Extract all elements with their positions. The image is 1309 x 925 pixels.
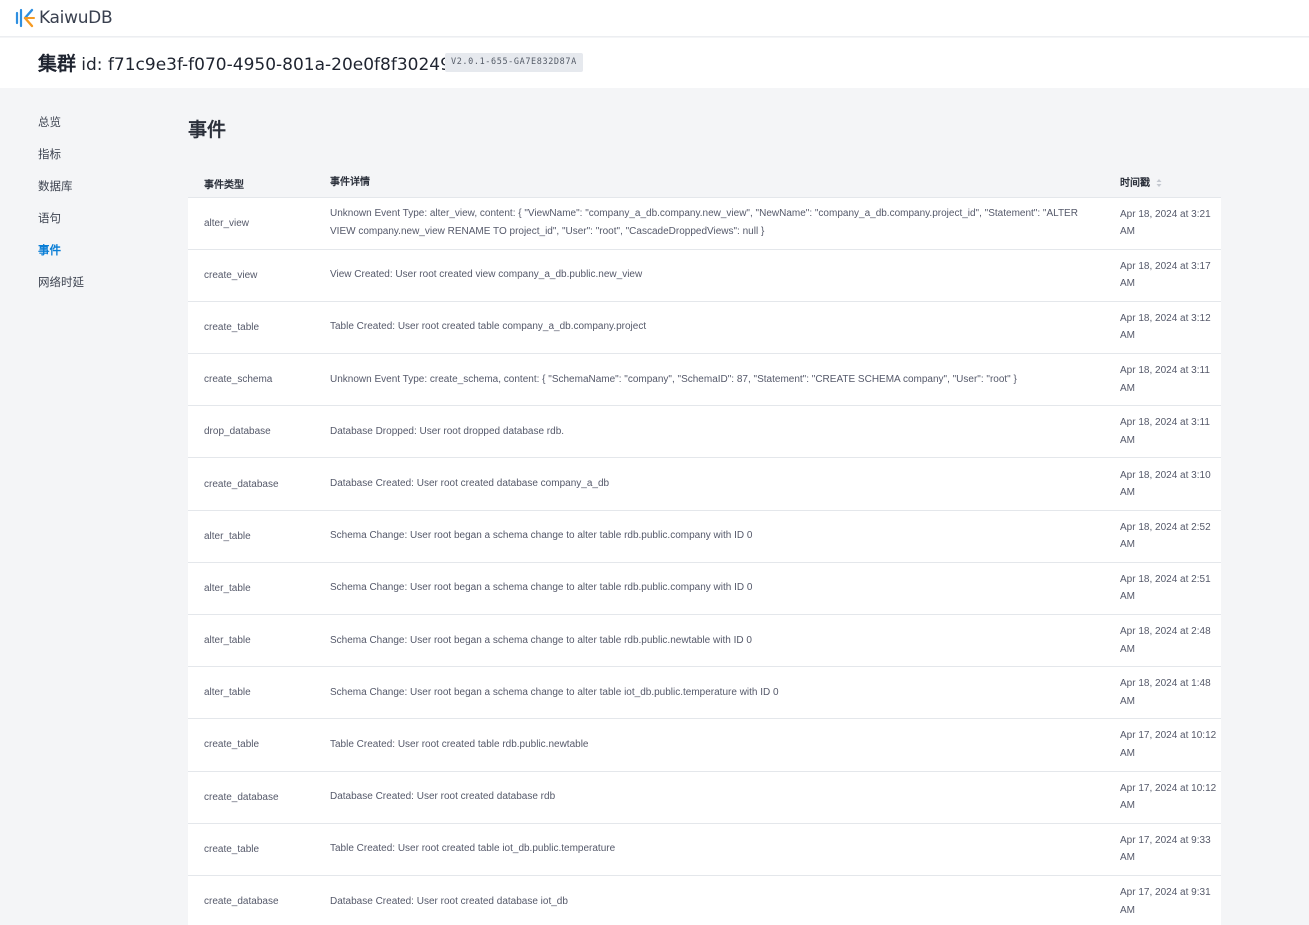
- event-detail-cell: Table Created: User root created table c…: [314, 301, 1104, 355]
- sidebar-item-events[interactable]: 事件: [38, 240, 158, 272]
- event-detail-cell: Database Created: User root created data…: [314, 771, 1104, 824]
- table-row[interactable]: drop_database Database Dropped: User root…: [188, 405, 1221, 459]
- table-row[interactable]: create_database Database Created: User ro…: [188, 875, 1221, 925]
- event-timestamp-cell: Apr 17, 2024 at 9:33 AM: [1104, 823, 1221, 876]
- event-type-cell: alter_table: [188, 666, 314, 720]
- table-row[interactable]: create_database Database Created: User ro…: [188, 771, 1221, 824]
- sidebar-item-network-latency[interactable]: 网络时延: [38, 272, 158, 304]
- sort-icon[interactable]: [1156, 178, 1162, 188]
- brand-name: KaiwuDB: [39, 8, 113, 28]
- event-detail-cell: Unknown Event Type: create_schema, conte…: [314, 353, 1104, 407]
- event-detail-cell: Database Dropped: User root dropped data…: [314, 405, 1104, 459]
- event-type-cell: create_database: [188, 875, 314, 925]
- event-detail-cell: Table Created: User root created table r…: [314, 718, 1104, 772]
- top-bar: KaiwuDB: [0, 0, 1309, 37]
- event-detail-cell: Table Created: User root created table i…: [314, 823, 1104, 876]
- main-content: 事件 事件类型 事件详情 时间戳 alter_view Unknown Event…: [188, 112, 1221, 925]
- event-type-cell: alter_table: [188, 614, 314, 668]
- table-row[interactable]: create_database Database Created: User ro…: [188, 457, 1221, 511]
- brand-logo[interactable]: KaiwuDB: [14, 6, 113, 30]
- event-detail-cell: View Created: User root created view com…: [314, 249, 1104, 302]
- event-type-cell: alter_view: [188, 197, 314, 250]
- sidebar-item-statements[interactable]: 语句: [38, 208, 158, 240]
- kaiwudb-logo-icon: [15, 8, 35, 28]
- cluster-title: 集群 id: f71c9e3f-f070-4950-801a-20e0f8f30…: [38, 49, 451, 76]
- table-row[interactable]: create_table Table Created: User root cre…: [188, 823, 1221, 876]
- table-row[interactable]: alter_table Schema Change: User root bega…: [188, 666, 1221, 720]
- event-detail-cell: Schema Change: User root began a schema …: [314, 510, 1104, 563]
- event-type-cell: create_view: [188, 249, 314, 302]
- table-row[interactable]: create_table Table Created: User root cre…: [188, 301, 1221, 355]
- event-type-cell: create_database: [188, 457, 314, 511]
- events-table-body: alter_view Unknown Event Type: alter_view…: [188, 197, 1221, 925]
- event-type-cell: create_schema: [188, 353, 314, 407]
- page-title: 事件: [188, 120, 227, 141]
- event-detail-cell: Database Created: User root created data…: [314, 875, 1104, 925]
- table-row[interactable]: alter_table Schema Change: User root bega…: [188, 614, 1221, 668]
- event-detail-cell: Schema Change: User root began a schema …: [314, 666, 1104, 720]
- event-timestamp-cell: Apr 18, 2024 at 2:51 AM: [1104, 562, 1221, 616]
- event-detail-cell: Unknown Event Type: alter_view, content:…: [314, 197, 1104, 250]
- table-row[interactable]: create_table Table Created: User root cre…: [188, 718, 1221, 772]
- table-row[interactable]: alter_view Unknown Event Type: alter_view…: [188, 197, 1221, 250]
- event-timestamp-cell: Apr 18, 2024 at 3:21 AM: [1104, 197, 1221, 250]
- sidebar-item-overview[interactable]: 总览: [38, 112, 158, 144]
- event-type-cell: alter_table: [188, 510, 314, 563]
- sidebar-item-databases[interactable]: 数据库: [38, 176, 158, 208]
- column-header-time-label: 时间戳: [1120, 177, 1150, 189]
- sidebar-item-metrics[interactable]: 指标: [38, 144, 158, 176]
- column-header-type: 事件类型: [188, 170, 314, 198]
- event-type-cell: create_database: [188, 771, 314, 824]
- event-detail-cell: Database Created: User root created data…: [314, 457, 1104, 511]
- event-timestamp-cell: Apr 18, 2024 at 3:10 AM: [1104, 457, 1221, 511]
- event-type-cell: create_table: [188, 301, 314, 355]
- event-type-cell: create_table: [188, 823, 314, 876]
- event-timestamp-cell: Apr 18, 2024 at 3:12 AM: [1104, 301, 1221, 355]
- table-header-row: 事件类型 事件详情 时间戳: [188, 170, 1221, 198]
- event-timestamp-cell: Apr 17, 2024 at 9:31 AM: [1104, 875, 1221, 925]
- event-timestamp-cell: Apr 18, 2024 at 2:52 AM: [1104, 510, 1221, 563]
- table-row[interactable]: create_schema Unknown Event Type: create_…: [188, 353, 1221, 407]
- table-row[interactable]: alter_table Schema Change: User root bega…: [188, 510, 1221, 563]
- version-badge: V2.0.1-655-GA7E832D87A: [445, 53, 583, 72]
- event-timestamp-cell: Apr 17, 2024 at 10:12 AM: [1104, 771, 1221, 824]
- event-timestamp-cell: Apr 17, 2024 at 10:12 AM: [1104, 718, 1221, 772]
- column-header-detail: 事件详情: [314, 170, 1104, 198]
- sidebar-nav: 总览 指标 数据库 语句 事件 网络时延: [38, 112, 158, 304]
- column-header-time[interactable]: 时间戳: [1104, 170, 1221, 198]
- event-type-cell: alter_table: [188, 562, 314, 616]
- event-timestamp-cell: Apr 18, 2024 at 1:48 AM: [1104, 666, 1221, 720]
- event-timestamp-cell: Apr 18, 2024 at 3:11 AM: [1104, 405, 1221, 459]
- cluster-id: id: f71c9e3f-f070-4950-801a-20e0f8f30249: [81, 55, 451, 75]
- event-type-cell: drop_database: [188, 405, 314, 459]
- table-row[interactable]: alter_table Schema Change: User root bega…: [188, 562, 1221, 616]
- cluster-label: 集群: [38, 54, 77, 75]
- table-row[interactable]: create_view View Created: User root creat…: [188, 249, 1221, 302]
- event-timestamp-cell: Apr 18, 2024 at 3:17 AM: [1104, 249, 1221, 302]
- cluster-header: 集群 id: f71c9e3f-f070-4950-801a-20e0f8f30…: [0, 38, 1309, 88]
- event-timestamp-cell: Apr 18, 2024 at 2:48 AM: [1104, 614, 1221, 668]
- event-detail-cell: Schema Change: User root began a schema …: [314, 614, 1104, 668]
- event-detail-cell: Schema Change: User root began a schema …: [314, 562, 1104, 616]
- events-table: 事件类型 事件详情 时间戳 alter_view Unknown Event Ty…: [188, 170, 1221, 925]
- event-type-cell: create_table: [188, 718, 314, 772]
- event-timestamp-cell: Apr 18, 2024 at 3:11 AM: [1104, 353, 1221, 407]
